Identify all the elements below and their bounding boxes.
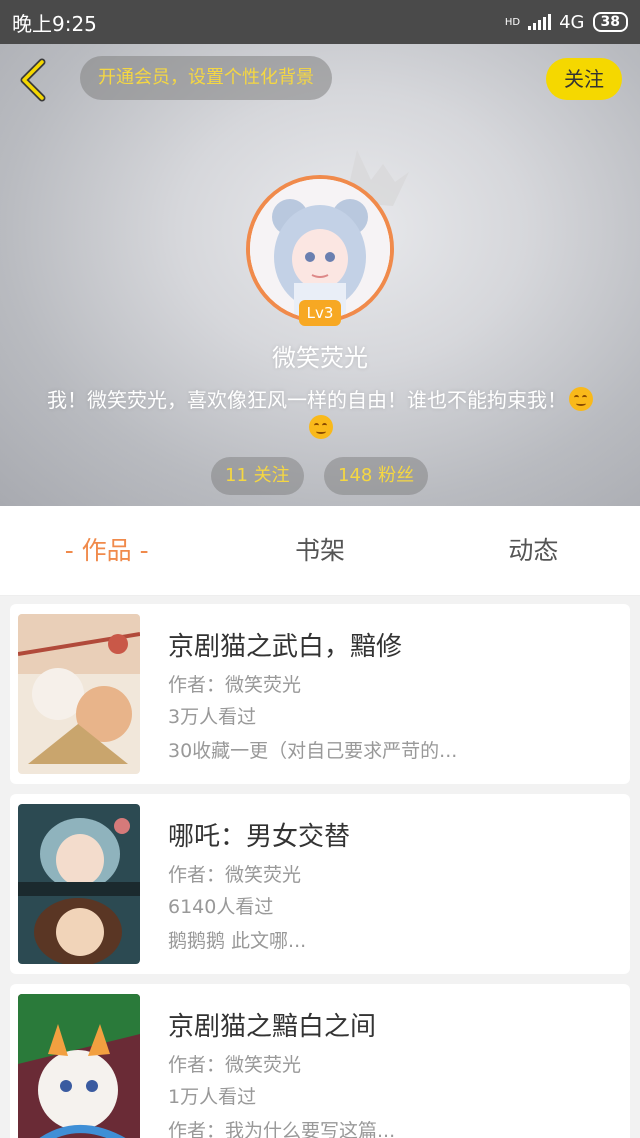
- following-count[interactable]: 11 关注: [211, 457, 304, 495]
- profile-tabs: - 作品 - 书架 动态: [0, 506, 640, 596]
- smile-emoji-icon: [569, 387, 593, 411]
- smile-emoji-icon: [309, 415, 333, 439]
- work-views: 3万人看过: [168, 706, 257, 728]
- user-nickname: 微笑荧光: [272, 344, 368, 372]
- level-badge: Lv3: [299, 300, 341, 326]
- vip-background-banner[interactable]: 开通会员，设置个性化背景: [80, 56, 332, 100]
- status-bar: 晚上9:25 HD 4G 38: [0, 0, 640, 44]
- user-bio: 我！微笑荧光，喜欢像狂风一样的自由！谁也不能拘束我！: [40, 386, 600, 442]
- work-title: 京剧猫之黯白之间: [168, 1012, 377, 1042]
- work-description: 作者：我为什么要写这篇...: [168, 1120, 396, 1138]
- work-description: 鹅鹅鹅 此文哪...: [168, 930, 307, 952]
- work-author: 作者：微笑荧光: [168, 864, 302, 886]
- fans-count[interactable]: 148 粉丝: [324, 457, 429, 495]
- profile-header: 开通会员，设置个性化背景 关注 Lv3 微笑荧光 我！微笑荧光，喜欢像狂风一样的…: [0, 44, 640, 506]
- follow-button[interactable]: 关注: [546, 58, 622, 100]
- tab-bookshelf[interactable]: 书架: [213, 506, 426, 595]
- work-card[interactable]: 京剧猫之黯白之间 作者：微笑荧光 1万人看过 作者：我为什么要写这篇...: [10, 984, 630, 1138]
- status-icons: HD 4G 38: [505, 12, 628, 33]
- tab-works[interactable]: - 作品 -: [0, 506, 213, 595]
- work-author: 作者：微笑荧光: [168, 1054, 302, 1076]
- work-description: 30收藏一更（对自己要求严苛的...: [168, 740, 458, 762]
- work-card[interactable]: 哪吒：男女交替 作者：微笑荧光 6140人看过 鹅鹅鹅 此文哪...: [10, 794, 630, 974]
- work-views: 1万人看过: [168, 1086, 257, 1108]
- work-title: 京剧猫之武白，黯修: [168, 632, 403, 662]
- hd-indicator: HD: [504, 16, 521, 28]
- work-cover: [18, 994, 140, 1138]
- work-author: 作者：微笑荧光: [168, 674, 302, 696]
- chevron-left-icon: [20, 58, 46, 102]
- work-views: 6140人看过: [168, 896, 274, 918]
- signal-icon: [528, 14, 552, 30]
- battery-icon: 38: [592, 12, 628, 32]
- work-card[interactable]: 京剧猫之武白，黯修 作者：微笑荧光 3万人看过 30收藏一更（对自己要求严苛的.…: [10, 604, 630, 784]
- network-type: 4G: [559, 11, 585, 33]
- user-bio-text: 我！微笑荧光，喜欢像狂风一样的自由！谁也不能拘束我！: [47, 388, 567, 412]
- work-title: 哪吒：男女交替: [168, 822, 351, 852]
- work-cover: [18, 804, 140, 964]
- avatar-image: [250, 179, 390, 319]
- status-time: 晚上9:25: [12, 11, 97, 36]
- work-cover: [18, 614, 140, 774]
- back-button[interactable]: [16, 58, 52, 102]
- tab-activity[interactable]: 动态: [427, 506, 640, 595]
